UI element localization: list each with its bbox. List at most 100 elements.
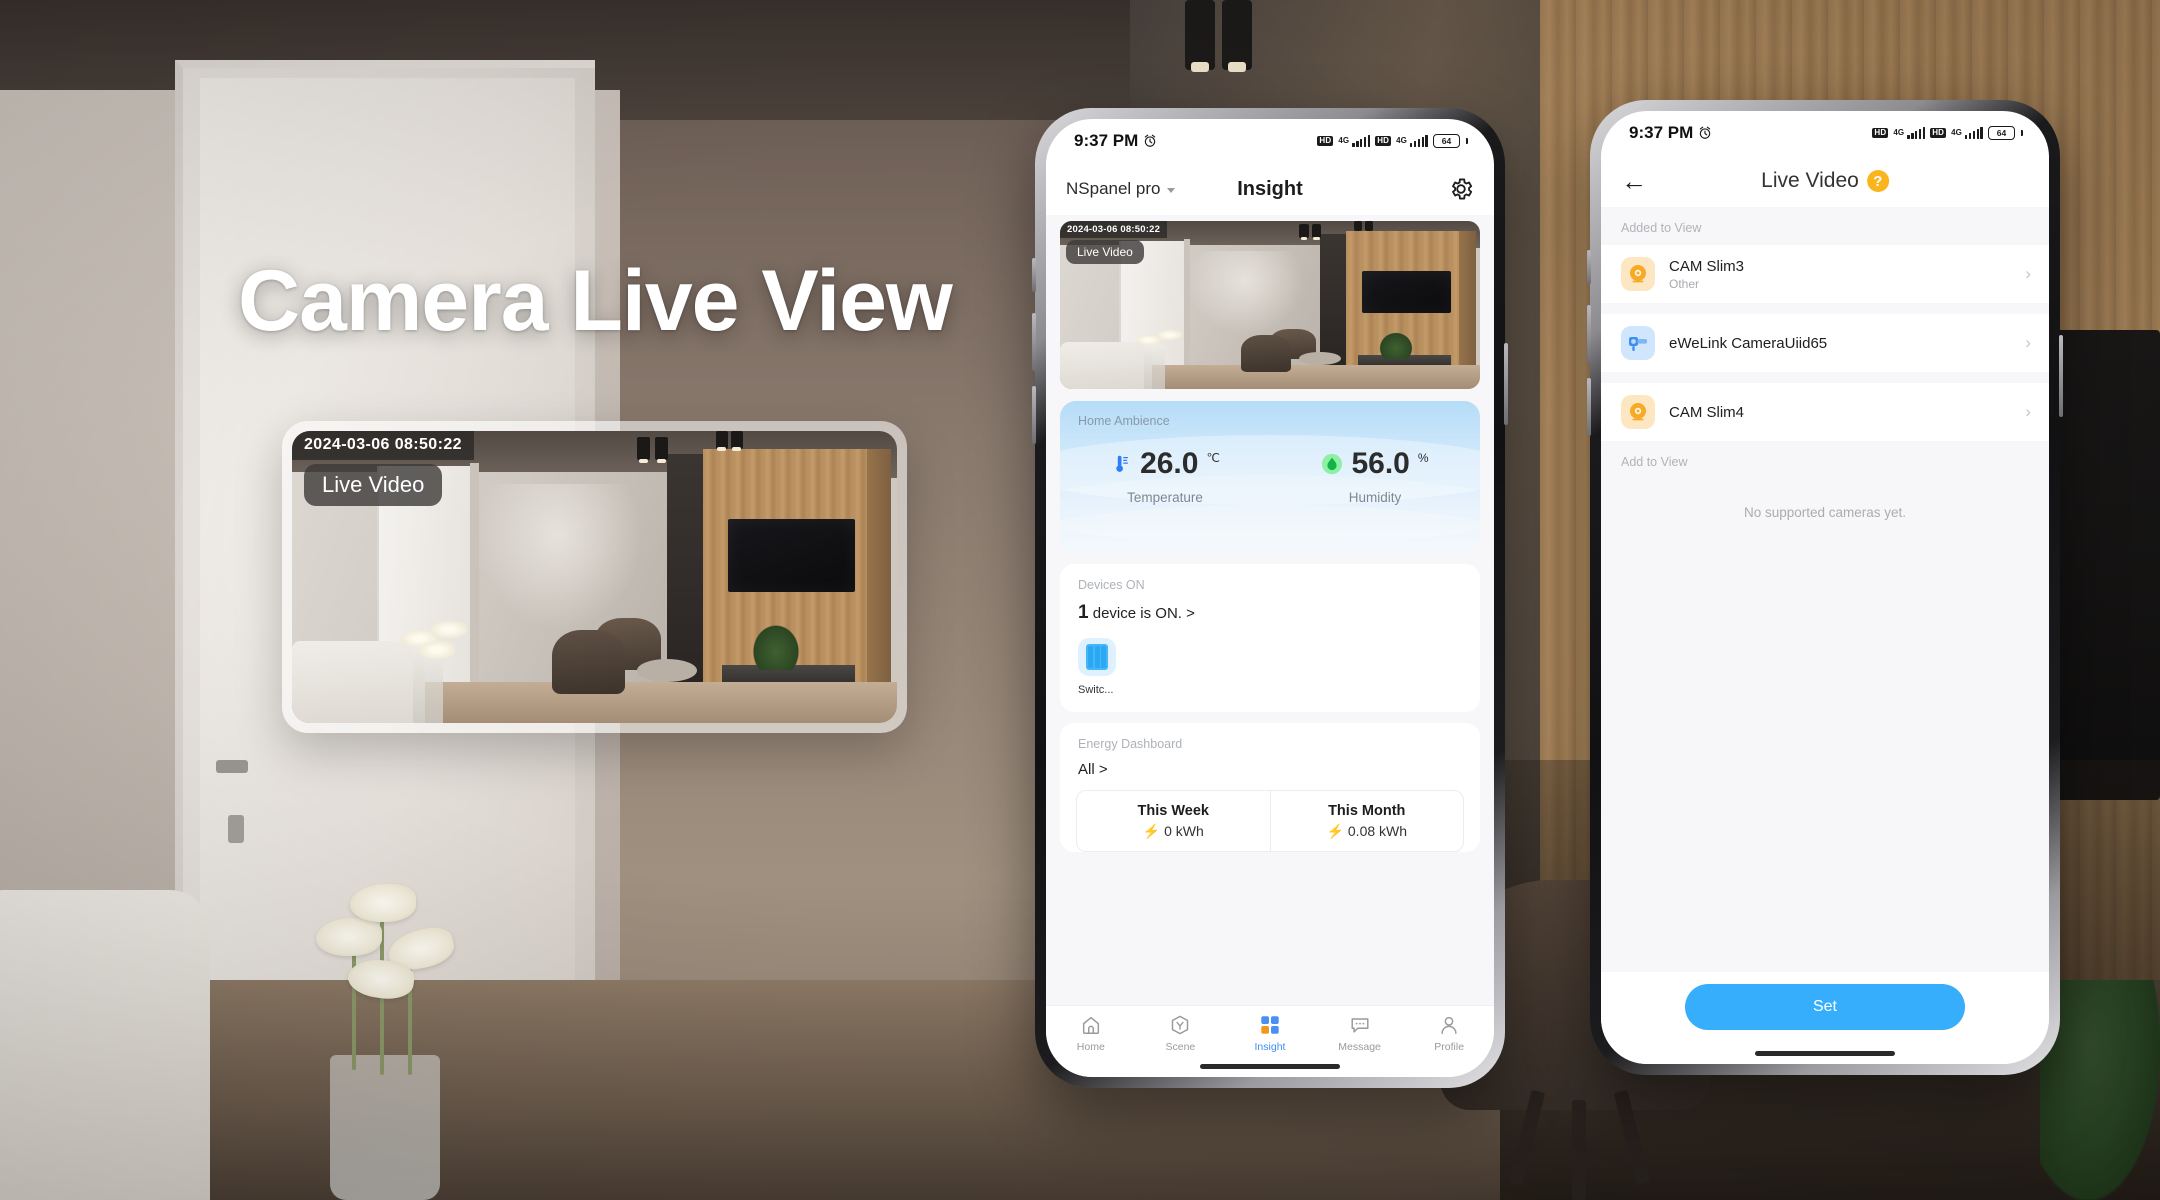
signal-bars-icon-4 [1964, 127, 1983, 139]
tab-message-label: Message [1338, 1041, 1381, 1053]
battery-icon: 64 [1433, 134, 1460, 148]
camera-dome-icon [1621, 257, 1655, 291]
signal-bars-icon-2 [1409, 135, 1428, 147]
live-video-settings-content[interactable]: Added to View CAM Slim3 Other › eWeLink … [1601, 207, 2049, 972]
humidity-value: 56.0 [1351, 447, 1410, 480]
hd-icon-4: HD [1930, 128, 1947, 138]
device-name: Switc... [1078, 684, 1114, 696]
live-video-header: ← Live Video ? [1601, 155, 2049, 207]
phone-mockup-insight: 9:37 PM HD 4G HD 4G 64 NSpanel pro Insig… [1032, 108, 1508, 1088]
battery-level-2: 64 [1996, 128, 2007, 138]
humidity-caption: Humidity [1348, 490, 1402, 505]
camera-name: CAM Slim3 [1669, 257, 1745, 275]
hero-live-video-card[interactable]: 2024-03-06 08:50:22 Live Video [282, 421, 907, 733]
camera-name: eWeLink CameraUiid65 [1669, 334, 1828, 352]
tab-profile[interactable]: Profile [1404, 1014, 1494, 1053]
battery-level: 64 [1441, 136, 1452, 146]
camera-bullet-icon [1621, 326, 1655, 360]
tab-insight-label: Insight [1254, 1041, 1286, 1053]
home-indicator-2 [1755, 1051, 1895, 1056]
device-tile[interactable]: Switc... [1060, 624, 1480, 712]
home-indicator [1200, 1064, 1340, 1069]
home-name-label: NSpanel pro [1066, 179, 1161, 198]
status-bar-2: 9:37 PM HD 4G HD 4G 64 [1601, 111, 2049, 155]
insight-content[interactable]: 2024-03-06 08:50:22 Live Video Home Ambi… [1046, 215, 1494, 1005]
battery-cap-2 [2021, 130, 2023, 136]
temperature-unit: ℃ [1206, 451, 1220, 465]
temperature-metric: 26.0 ℃ Temperature [1060, 449, 1270, 505]
back-arrow-icon[interactable]: ← [1621, 168, 1647, 194]
devices-on-count: 1 [1078, 602, 1089, 623]
energy-this-week: This Week ⚡ 0 kWh [1077, 791, 1270, 851]
tab-scene[interactable]: Scene [1136, 1014, 1226, 1053]
home-icon [1082, 1016, 1099, 1034]
energy-label: Energy Dashboard [1078, 737, 1183, 751]
screenshot-scene: Camera Live View 2024-03-06 08:50:22 Liv… [0, 0, 2160, 1200]
humidity-metric: 56.0 % Humidity [1270, 449, 1480, 505]
page-title: Camera Live View [238, 253, 953, 349]
wall-switch-icon [1078, 638, 1116, 676]
video-timestamp: 2024-03-06 08:50:22 [1060, 221, 1168, 238]
tab-home-label: Home [1076, 1041, 1105, 1053]
energy-week-title: This Week [1137, 803, 1209, 819]
network-type-label-4: 4G [1951, 128, 1962, 137]
list-item[interactable]: eWeLink CameraUiid65 › [1601, 314, 2049, 372]
signal-bars-icon-3 [1907, 127, 1926, 139]
tab-profile-label: Profile [1434, 1041, 1465, 1053]
chevron-right-icon: › [2025, 333, 2031, 352]
energy-dashboard-card[interactable]: Energy Dashboard All > This Week ⚡ 0 kWh… [1060, 723, 1480, 852]
devices-on-card[interactable]: Devices ON 1 device is ON. > Switc... [1060, 564, 1480, 712]
list-item[interactable]: CAM Slim4 › [1601, 383, 2049, 441]
energy-month-title: This Month [1328, 803, 1406, 819]
tab-insight[interactable]: Insight [1225, 1014, 1315, 1053]
battery-icon-2: 64 [1988, 126, 2015, 140]
humidity-unit: % [1417, 451, 1429, 465]
live-video-badge: Live Video [1066, 240, 1144, 264]
signal-bars-icon-1 [1352, 135, 1371, 147]
humidity-drop-icon [1322, 453, 1343, 475]
live-video-title-wrap: Live Video ? [1761, 169, 1889, 193]
hd-icon-3: HD [1872, 128, 1889, 138]
energy-this-month: This Month ⚡ 0.08 kWh [1269, 791, 1464, 851]
camera-sub: Other [1669, 276, 1700, 291]
home-selector[interactable]: NSpanel pro [1066, 179, 1175, 199]
network-type-label-1: 4G [1338, 136, 1350, 145]
tab-home[interactable]: Home [1046, 1014, 1136, 1053]
insight-grid-icon [1261, 1016, 1279, 1034]
home-ambience-card[interactable]: Home Ambience 26.0 ℃ Temperature 56.0 % … [1060, 401, 1480, 553]
energy-month-value: 0.08 kWh [1347, 823, 1408, 839]
scene-hexagon-icon [1172, 1015, 1189, 1035]
bolt-icon-month: ⚡ [1326, 823, 1344, 839]
empty-state-message: No supported cameras yet. [1743, 505, 1907, 520]
header-title: Insight [1237, 177, 1303, 200]
battery-cap [1466, 138, 1468, 144]
live-video-preview-card[interactable]: 2024-03-06 08:50:22 Live Video [1060, 221, 1480, 389]
set-button[interactable]: Set [1685, 984, 1965, 1030]
message-bubble-icon [1351, 1018, 1369, 1033]
network-type-label-3: 4G [1893, 128, 1905, 137]
list-item[interactable]: CAM Slim3 Other › [1601, 245, 2049, 303]
add-to-view-label: Add to View [1621, 455, 1688, 469]
added-to-view-label: Added to View [1621, 221, 1702, 235]
profile-person-icon [1441, 1016, 1457, 1034]
phone-mockup-live-video: 9:37 PM HD 4G HD 4G 64 ← Live Video ? Ad… [1587, 100, 2063, 1075]
thermometer-icon [1116, 455, 1129, 472]
gear-icon[interactable] [1448, 176, 1474, 202]
chevron-right-icon: › [2025, 264, 2031, 283]
status-time: 9:37 PM [1074, 131, 1139, 150]
help-question-icon[interactable]: ? [1866, 170, 1889, 192]
bolt-icon-week: ⚡ [1142, 823, 1161, 839]
devices-on-summary[interactable]: 1 device is ON. > [1060, 592, 1480, 624]
temperature-value: 26.0 [1140, 447, 1199, 480]
alarm-clock-icon [1145, 134, 1156, 147]
hero-live-video-badge: Live Video [304, 464, 443, 506]
live-video-title: Live Video [1761, 169, 1859, 192]
tab-message[interactable]: Message [1315, 1014, 1405, 1053]
app-header: NSpanel pro Insight [1046, 163, 1494, 215]
ambience-label: Home Ambience [1078, 414, 1170, 428]
energy-filter[interactable]: All > [1060, 751, 1480, 778]
camera-name: CAM Slim4 [1669, 403, 1745, 421]
temperature-caption: Temperature [1127, 490, 1203, 505]
devices-on-text: device is ON. > [1088, 605, 1195, 622]
hd-icon: HD [1317, 136, 1334, 146]
